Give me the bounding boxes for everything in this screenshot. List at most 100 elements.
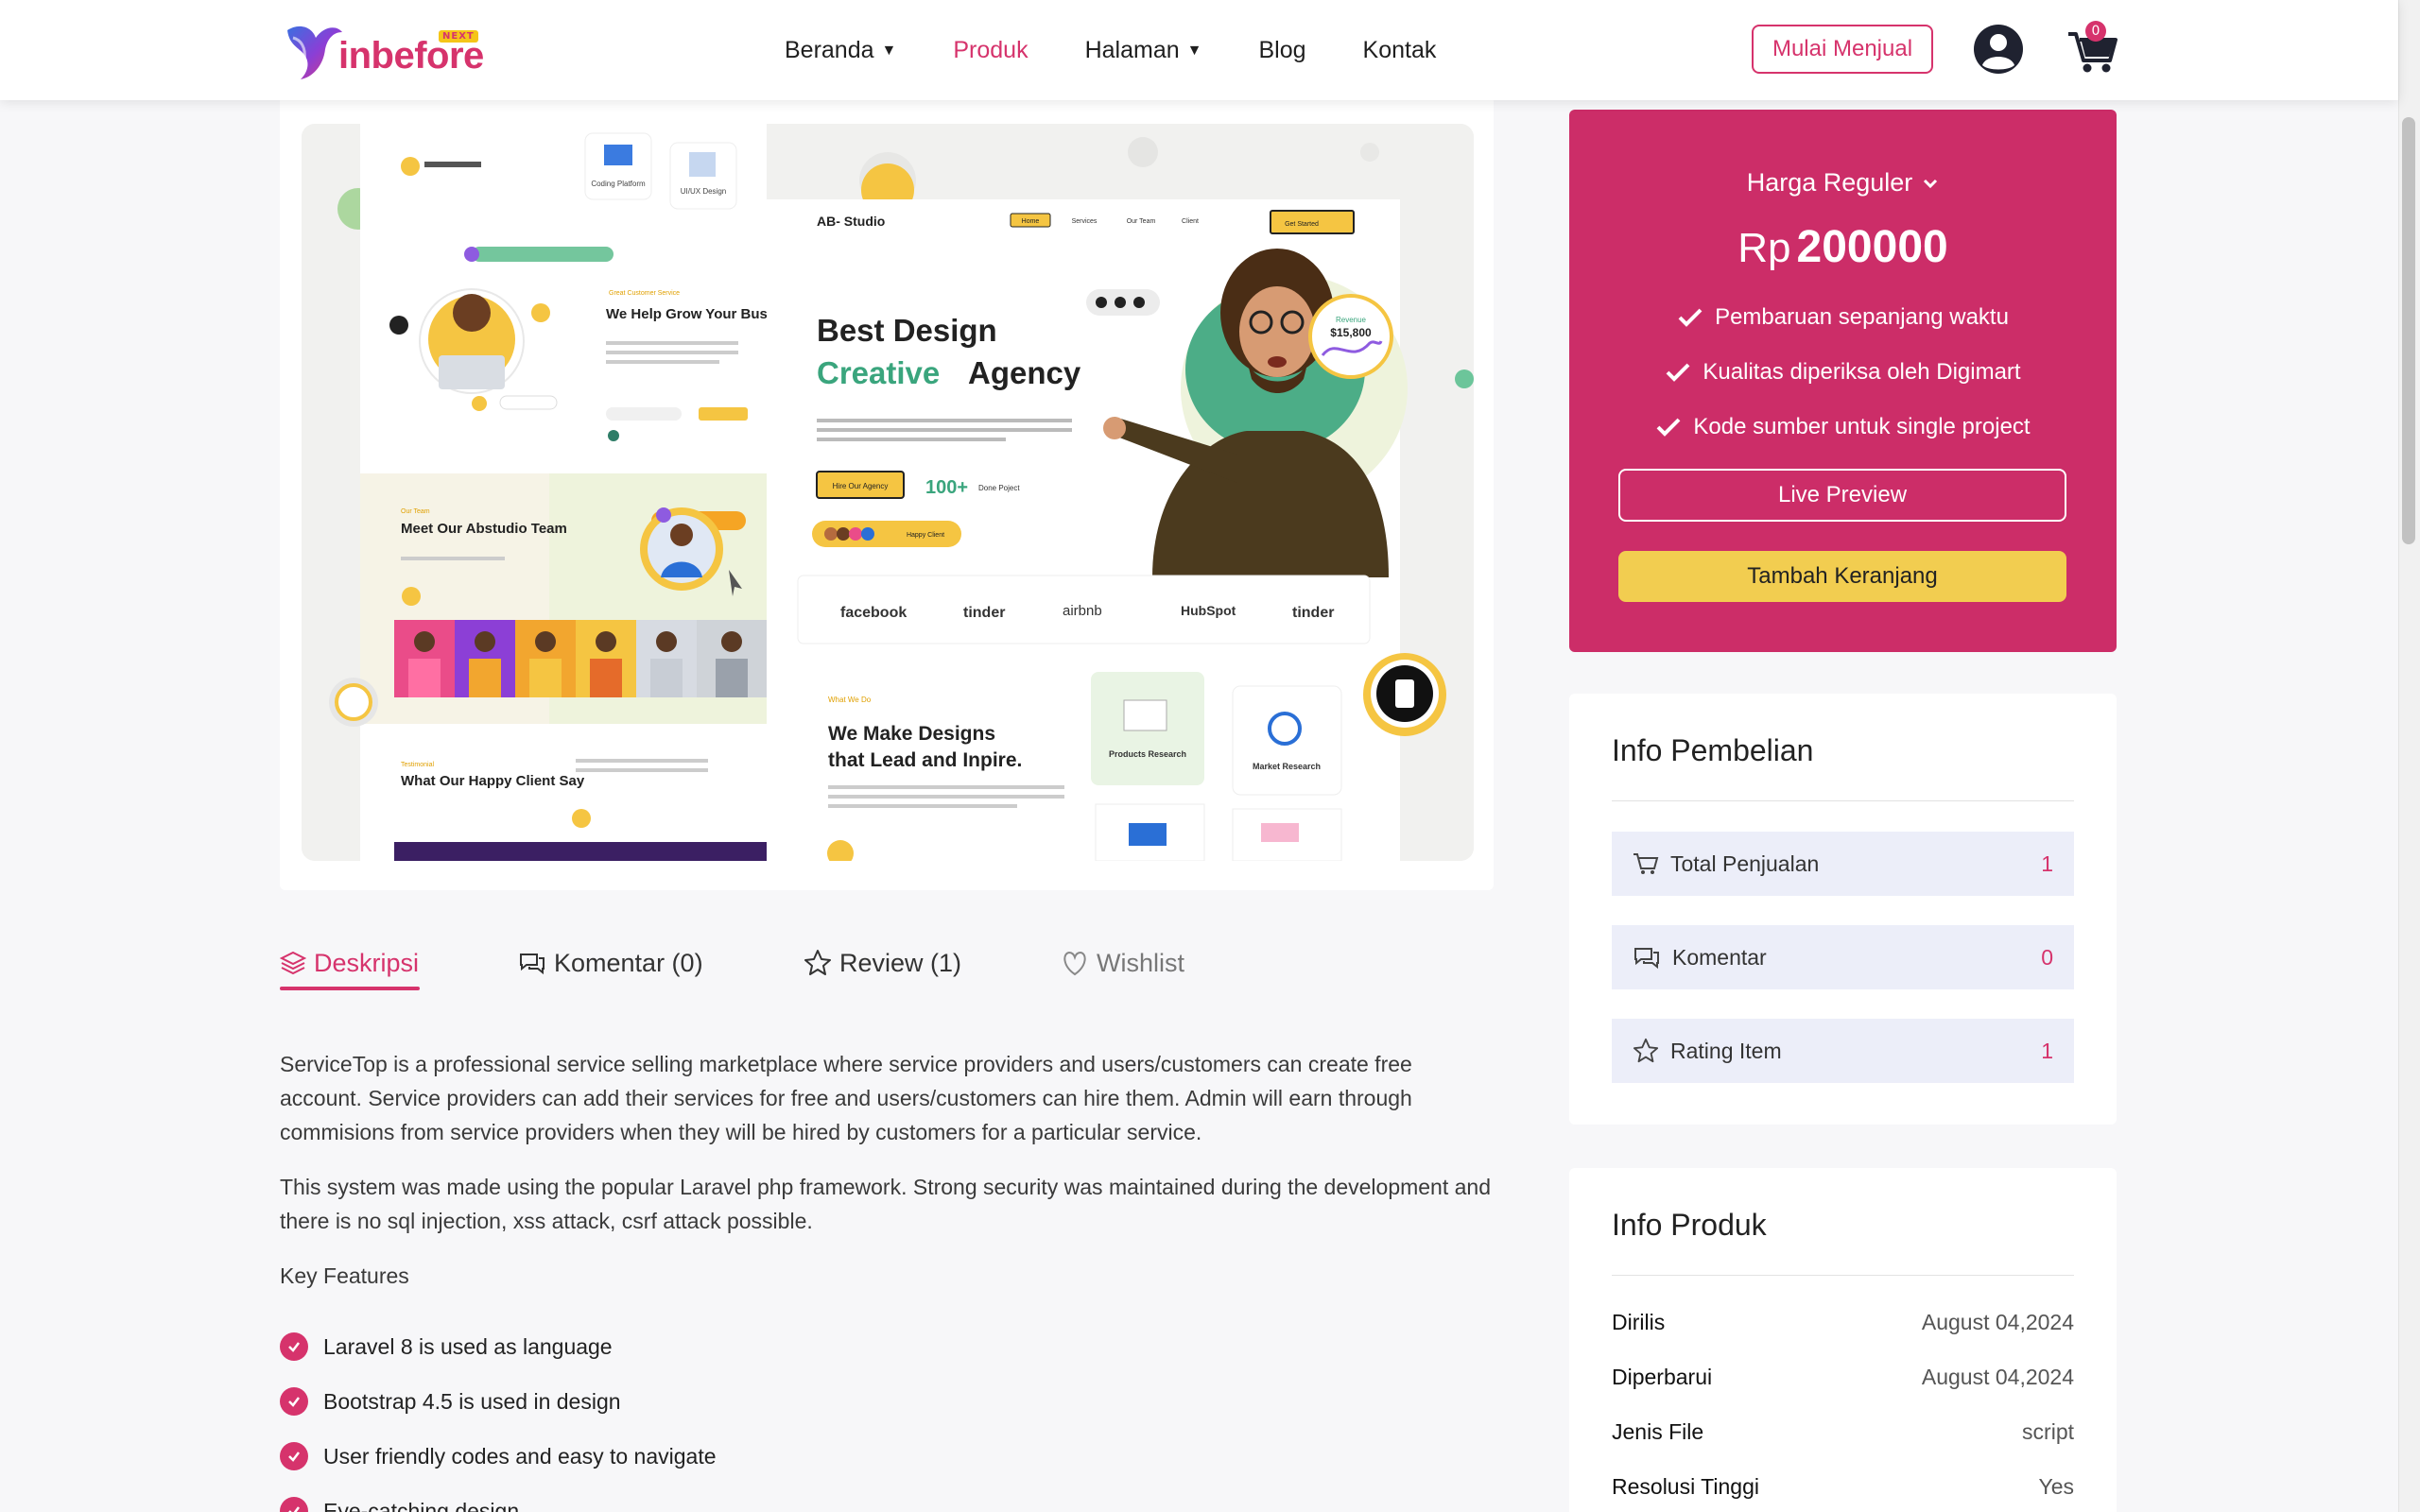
feature-text: User friendly codes and easy to navigate [323, 1443, 717, 1469]
mock-what-we-do: What We Do [828, 696, 872, 704]
nav-label: Beranda [785, 36, 874, 63]
mock-nav-services: Services [1072, 218, 1098, 225]
price-amount: Rp 200000 [1569, 221, 2117, 273]
tab-review[interactable]: Review (1) [804, 939, 1061, 987]
mock-logo-airbnb: airbnb [1063, 603, 1102, 619]
start-selling-button[interactable]: Mulai Menjual [1752, 25, 1933, 74]
price-value: 200000 [1796, 222, 1948, 272]
nav-item-beranda[interactable]: Beranda ▼ [785, 37, 896, 64]
svg-text:Testimonial: Testimonial [401, 762, 434, 768]
chevron-down-icon: ▼ [1186, 43, 1202, 59]
price-currency: Rp [1737, 225, 1791, 271]
feature-text: Laravel 8 is used as language [323, 1333, 613, 1359]
mock-logo-tinder: tinder [963, 605, 1005, 621]
divider [1612, 1275, 2074, 1276]
star-icon [1633, 1038, 1659, 1063]
stat-label: Komentar [1672, 944, 1767, 970]
nav-item-produk[interactable]: Produk [953, 37, 1028, 64]
tab-komentar[interactable]: Komentar (0) [518, 939, 804, 987]
add-to-cart-button[interactable]: Tambah Keranjang [1618, 551, 2066, 602]
bird-logo-icon [287, 26, 342, 79]
check-circle-icon [280, 1387, 308, 1416]
comments-icon [520, 954, 544, 975]
cart-button[interactable]: 0 [2066, 21, 2119, 76]
product-info-title: Info Produk [1612, 1208, 1767, 1242]
list-item: Eye-catching design [280, 1484, 717, 1512]
tab-label: Review (1) [839, 948, 962, 977]
live-preview-button[interactable]: Live Preview [1618, 469, 2066, 522]
mock-brand: AB- Studio [817, 214, 885, 229]
check-circle-icon [280, 1442, 308, 1470]
stat-total-sales: Total Penjualan 1 [1612, 832, 2074, 896]
mock-cta: Get Started [1285, 221, 1319, 228]
uiux-label: UI/UX Design [681, 187, 726, 196]
stat-value: 0 [2041, 944, 2053, 970]
svg-text:Our Team: Our Team [401, 508, 430, 515]
top-navbar: inbefore NEXT Beranda ▼ Produk Halaman ▼… [0, 0, 2398, 100]
brand-badge: NEXT [439, 30, 478, 43]
nav-item-blog[interactable]: Blog [1259, 37, 1306, 64]
scrollbar-thumb[interactable] [2402, 117, 2415, 544]
list-item: Bootstrap 4.5 is used in design [280, 1374, 717, 1429]
price-feature: Kode sumber untuk single project [1569, 414, 2117, 440]
nav-label: Produk [953, 36, 1028, 63]
check-circle-icon [280, 1332, 308, 1361]
divider [1612, 800, 2074, 801]
cart-icon [1634, 853, 1659, 874]
info-row: Dirilis August 04,2024 [1612, 1310, 2074, 1335]
price-type-label: Harga Reguler [1746, 168, 1913, 197]
tab-label: Wishlist [1097, 948, 1184, 977]
info-value: Yes [2038, 1474, 2074, 1499]
info-row: Resolusi Tinggi Yes [1612, 1474, 2074, 1500]
mock-logo-facebook: facebook [840, 605, 907, 621]
mock-done-num: 100+ [925, 477, 968, 498]
tab-wishlist[interactable]: Wishlist [1061, 939, 1250, 987]
info-key: Jenis File [1612, 1419, 1704, 1444]
tab-deskripsi[interactable]: Deskripsi [280, 939, 518, 987]
check-icon [1667, 363, 1690, 382]
price-feature-text: Pembaruan sepanjang waktu [1715, 304, 2009, 330]
mock-nav-home: Home [1022, 218, 1040, 225]
check-icon [1656, 418, 1681, 437]
mock-logo-hubspot: HubSpot [1181, 603, 1236, 618]
nav-label: Kontak [1362, 36, 1437, 63]
feature-text: Bootstrap 4.5 is used in design [323, 1388, 621, 1414]
product-info-card: Info Produk Dirilis August 04,2024 Diper… [1569, 1168, 2117, 1512]
mock-headline-1: Best Design [817, 313, 997, 348]
stat-value: 1 [2041, 1038, 2053, 1063]
info-value: script [2022, 1419, 2074, 1444]
price-card: Harga Reguler Rp 200000 Pembaruan sepanja… [1569, 110, 2117, 652]
mock-designs-title-1: We Make Designs [828, 723, 995, 745]
mock-products-research: Products Research [1109, 749, 1186, 759]
chevron-down-icon [1924, 179, 1938, 188]
key-features-label: Key Features [280, 1263, 409, 1288]
mock-done-label: Done Poject [978, 484, 1020, 492]
user-account-icon[interactable] [1973, 24, 2024, 75]
stat-label: Rating Item [1670, 1038, 1782, 1063]
price-feature: Kualitas diperiksa oleh Digimart [1569, 359, 2117, 386]
product-tabs: Deskripsi Komentar (0) Review (1) Wishli… [280, 939, 1250, 996]
info-value: August 04,2024 [1921, 1365, 2074, 1389]
active-tab-indicator [280, 987, 420, 990]
comments-icon [1634, 948, 1659, 970]
product-description: ServiceTop is a professional service sel… [280, 1047, 1499, 1314]
nav-item-halaman[interactable]: Halaman ▼ [1085, 37, 1202, 64]
brand-logo[interactable]: inbefore NEXT [280, 15, 484, 85]
product-preview-image[interactable]: Coding Platform UI/UX Design Great Custo… [302, 124, 1474, 861]
stat-value: 1 [2041, 850, 2053, 876]
info-key: Resolusi Tinggi [1612, 1474, 1759, 1499]
info-row: Jenis File script [1612, 1419, 2074, 1445]
mock-logo-tinder-2: tinder [1292, 605, 1334, 621]
check-icon [1678, 308, 1703, 327]
price-feature-text: Kode sumber untuk single project [1693, 414, 2031, 439]
description-paragraph-2: This system was made using the popular L… [280, 1175, 1492, 1233]
team-title: Meet Our Abstudio Team [401, 521, 567, 537]
feature-list: Laravel 8 is used as language Bootstrap … [280, 1319, 717, 1512]
mock-designs-title-2: that Lead and Inpire. [828, 749, 1022, 771]
mock-nav-team: Our Team [1127, 218, 1156, 225]
nav-item-kontak[interactable]: Kontak [1363, 37, 1437, 64]
purchase-info-title: Info Pembelian [1612, 733, 1814, 767]
tab-label: Deskripsi [314, 948, 420, 977]
mock-nav-client: Client [1182, 218, 1199, 225]
price-type-selector[interactable]: Harga Reguler [1569, 168, 2117, 198]
